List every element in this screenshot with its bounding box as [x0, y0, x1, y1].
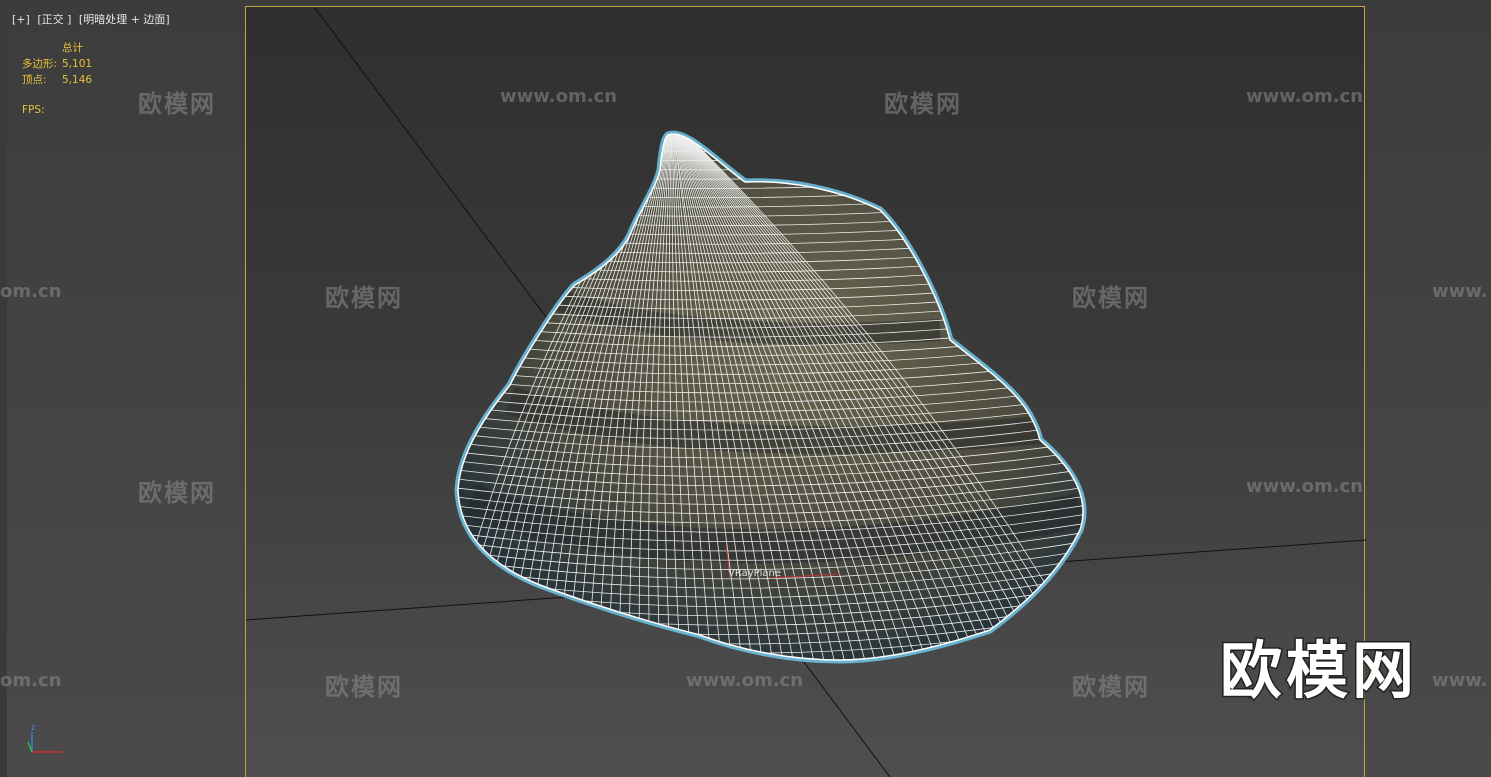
watermark-logo-text: 欧模网 [884, 90, 962, 118]
watermark-logo-text: 欧模网 [138, 479, 216, 507]
stats-polygons-value: 5,101 [62, 58, 93, 70]
wire-edge-loop [458, 160, 1084, 180]
viewport-view-menu[interactable]: [正交 ] [37, 13, 71, 26]
axis-z-label: z [31, 723, 35, 732]
stats-total-header: 总计 [62, 42, 83, 54]
viewport-statistics: 总计 多边形: 5,101 顶点: 5,146 [22, 40, 92, 88]
watermark-url: www.om.cn [500, 86, 618, 107]
stats-polygons-row: 多边形: 5,101 [22, 56, 92, 72]
watermark-logo-text: 欧模网 [1072, 284, 1150, 312]
viewport-general-menu[interactable]: [+] [12, 13, 30, 26]
watermark-logo-text: 欧模网 [325, 673, 403, 701]
viewport-shading-menu[interactable]: [明暗处理 + 边面] [79, 13, 170, 26]
wire-edge-loop [458, 134, 1084, 152]
brand-logo-watermark: 欧模网 [1218, 633, 1419, 709]
watermark-logo-text: 欧模网 [325, 284, 403, 312]
wire-edge-loop [458, 151, 1084, 171]
watermark-url: www.om.cn [1246, 86, 1364, 107]
stats-polygons-label: 多边形: [22, 58, 58, 70]
3d-viewport[interactable]: VRayPlane 欧模网 www.om.cn 欧模网 www.om.cn om… [0, 0, 1491, 777]
watermark-url-partial: om.cn [0, 670, 62, 691]
mesh-object[interactable] [458, 134, 1084, 660]
watermark-logo-text: 欧模网 [138, 90, 216, 118]
watermark-url: www.om.cn [1246, 476, 1364, 497]
watermark-logo-text: 欧模网 [1072, 673, 1150, 701]
axis-tripod-icon: z [27, 723, 62, 753]
watermark-url-partial: om.cn [0, 281, 62, 302]
stats-vertices-value: 5,146 [62, 74, 93, 86]
watermark-url: www.om.cn [686, 670, 804, 691]
stats-vertices-row: 顶点: 5,146 [22, 72, 92, 88]
viewport-label-menu: [+] [正交 ] [明暗处理 + 边面] [12, 11, 174, 27]
watermark-url-partial: www. [1432, 670, 1488, 691]
wire-edge-loop [458, 142, 1084, 162]
vrayplane-label[interactable]: VRayPlane [728, 568, 781, 579]
wire-edge-loop [458, 134, 1084, 143]
watermark-url-partial: www. [1432, 281, 1488, 302]
stats-fps-label: FPS: [22, 104, 45, 116]
stats-vertices-label: 顶点: [22, 74, 47, 86]
